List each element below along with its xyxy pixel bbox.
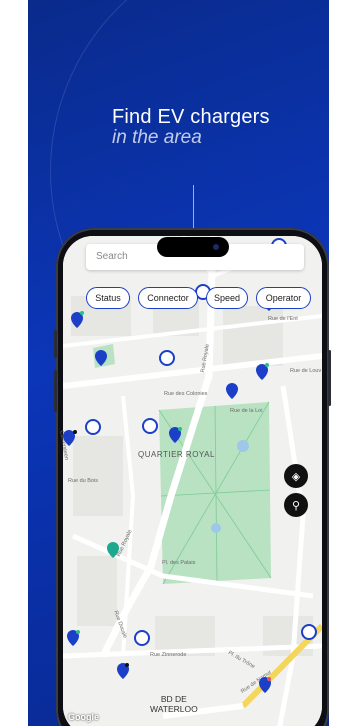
- connector-line: [193, 185, 194, 233]
- locate-button[interactable]: ◈: [284, 464, 308, 488]
- phone-side-button: [54, 330, 57, 358]
- headline-line1: Find EV chargers: [112, 106, 270, 128]
- charger-pin[interactable]: [256, 363, 269, 380]
- cluster-marker[interactable]: [134, 630, 150, 646]
- charger-pins: [63, 238, 317, 693]
- headline: Find EV chargers in the area: [112, 106, 270, 149]
- charger-pin[interactable]: [67, 630, 80, 646]
- charger-pin[interactable]: [117, 663, 129, 679]
- charger-pin[interactable]: [63, 430, 77, 446]
- charger-pin[interactable]: [107, 542, 119, 558]
- charger-pin[interactable]: [71, 311, 84, 328]
- page-margin-left: [0, 0, 28, 726]
- user-location-icon: ⚲: [291, 499, 301, 512]
- locate-icon: ◈: [291, 470, 301, 483]
- cluster-marker[interactable]: [301, 624, 317, 640]
- user-location-button[interactable]: ⚲: [284, 493, 308, 517]
- phone-power-button: [328, 350, 331, 406]
- headline-line2: in the area: [112, 127, 202, 148]
- charger-pin[interactable]: [259, 677, 271, 693]
- camera-dot: [213, 244, 219, 250]
- charger-pin[interactable]: [95, 350, 107, 366]
- promo-background: Find EV chargers in the area Search Stat…: [0, 0, 341, 726]
- dynamic-island: [157, 237, 229, 257]
- filter-chip-speed[interactable]: Speed: [206, 287, 248, 309]
- map-screen[interactable]: [63, 236, 322, 726]
- phone-volume-button: [54, 370, 57, 412]
- cluster-marker[interactable]: [142, 418, 158, 434]
- filter-chip-status[interactable]: Status: [86, 287, 130, 309]
- cluster-marker[interactable]: [159, 350, 175, 366]
- filter-chip-connector[interactable]: Connector: [138, 287, 198, 309]
- filter-chip-operator[interactable]: Operator: [256, 287, 311, 309]
- cluster-marker[interactable]: [85, 419, 101, 435]
- charger-pin[interactable]: [169, 427, 182, 443]
- google-attribution: Google: [68, 712, 99, 722]
- charger-pin[interactable]: [226, 383, 238, 399]
- search-placeholder: Search: [96, 251, 128, 262]
